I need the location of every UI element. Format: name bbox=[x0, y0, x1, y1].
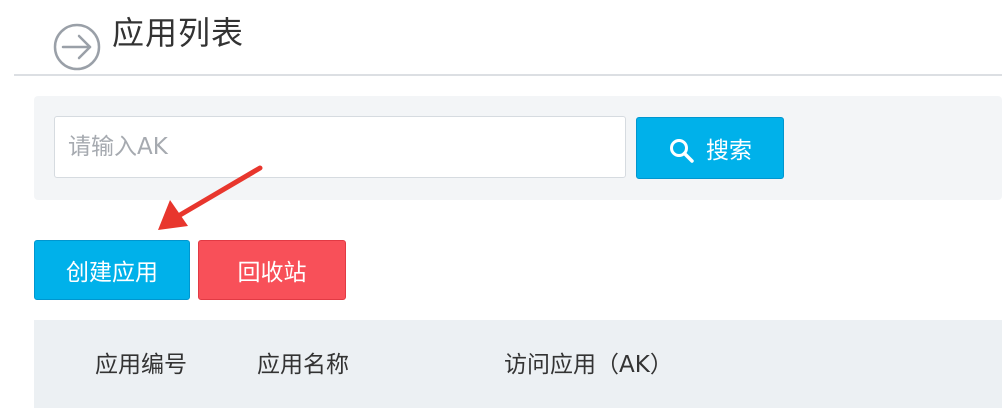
recycle-bin-label: 回收站 bbox=[237, 260, 307, 286]
create-app-button[interactable]: 创建应用 bbox=[34, 240, 190, 300]
create-app-label: 创建应用 bbox=[66, 260, 158, 286]
arrow-right-circle-icon[interactable] bbox=[52, 22, 102, 72]
column-header-access-key: 访问应用（AK） bbox=[504, 352, 673, 378]
column-header-app-id: 应用编号 bbox=[95, 352, 187, 378]
app-list-page: 应用列表 搜索 创建应用 回收站 应用编号 应用名称 访问应用（AK） bbox=[0, 0, 1002, 408]
annotation-arrow-icon bbox=[158, 165, 263, 230]
table-header: 应用编号 应用名称 访问应用（AK） bbox=[34, 320, 1002, 408]
recycle-bin-button[interactable]: 回收站 bbox=[198, 240, 346, 300]
header-divider bbox=[14, 74, 1002, 76]
page-header: 应用列表 bbox=[0, 0, 1002, 76]
search-button[interactable]: 搜索 bbox=[636, 117, 784, 179]
page-title: 应用列表 bbox=[112, 14, 245, 52]
column-header-app-name: 应用名称 bbox=[257, 352, 349, 378]
search-button-label: 搜索 bbox=[706, 138, 752, 164]
search-icon bbox=[670, 139, 694, 163]
